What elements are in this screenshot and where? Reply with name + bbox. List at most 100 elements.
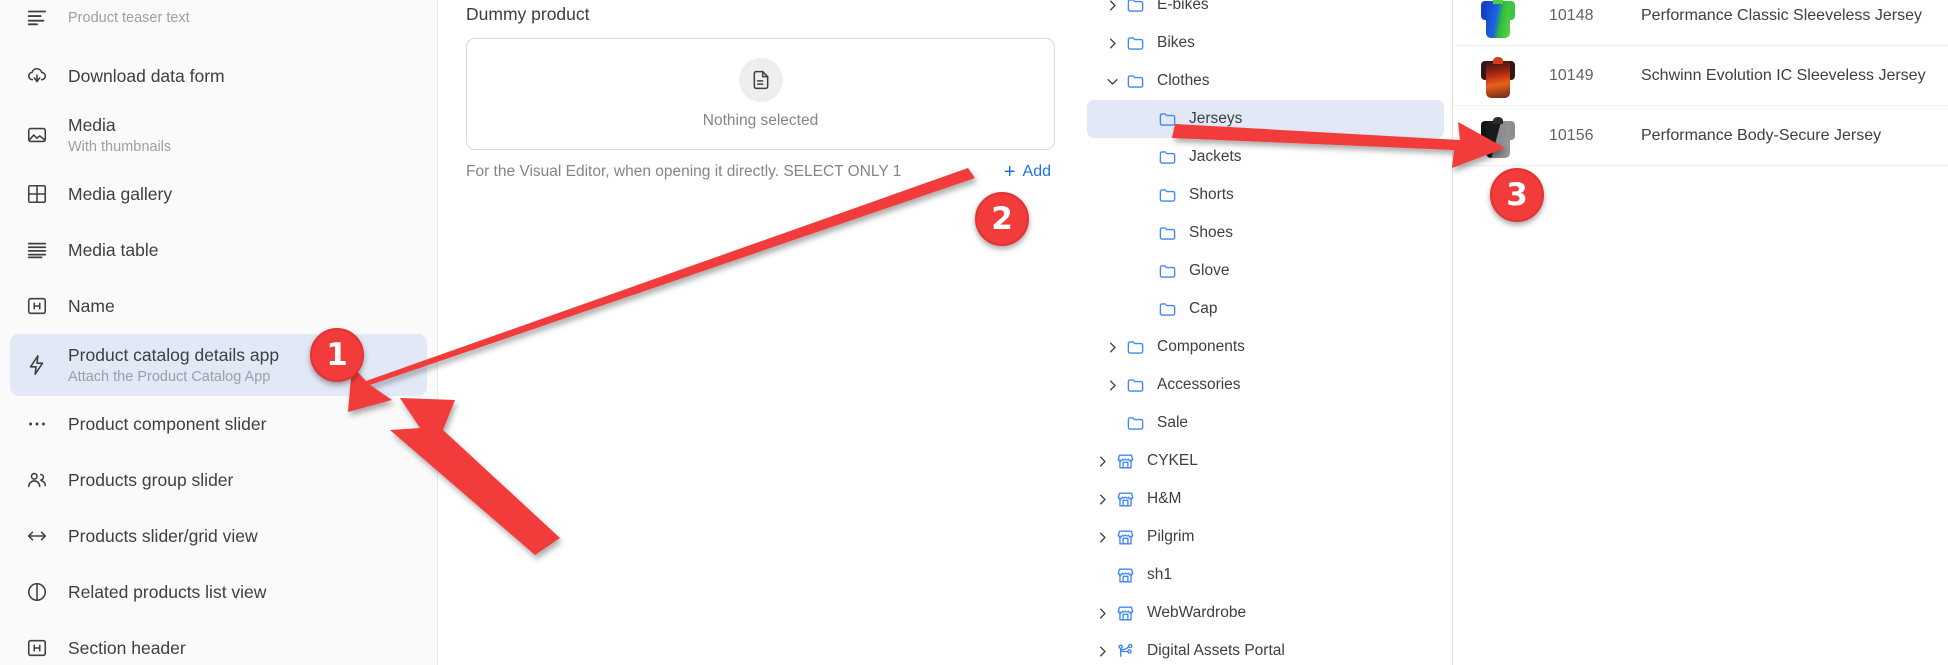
product-id: 10149 — [1549, 66, 1594, 84]
tree-item-label: Sale — [1157, 414, 1189, 431]
sidebar-item-section-header[interactable]: Section header — [10, 620, 427, 665]
sidebar-item-texts: Name — [68, 295, 115, 317]
sidebar-item-label: Products slider/grid view — [68, 526, 258, 546]
sidebar-item-media-table[interactable]: Media table — [10, 222, 427, 278]
tree-item-label: Glove — [1189, 262, 1230, 279]
tree-item-e-bikes[interactable]: E-bikes — [1087, 0, 1444, 24]
folder-icon — [1123, 338, 1147, 357]
product-id: 10156 — [1549, 126, 1594, 144]
sidebar-item-texts: Section header — [68, 637, 186, 659]
sidebar-item-product-teaser-text[interactable]: Product teaser text — [10, 0, 427, 48]
sidebar-item-product-catalog-details-app[interactable]: Product catalog details app Attach the Pr… — [10, 334, 427, 396]
chevron-right-icon[interactable] — [1091, 530, 1113, 545]
chevron-right-icon[interactable] — [1101, 36, 1123, 51]
tree-item-label: Jerseys — [1189, 110, 1243, 127]
product-dropzone[interactable]: Nothing selected — [466, 38, 1055, 150]
folder-icon — [1123, 34, 1147, 53]
category-tree-panel: E-bikes Bikes Clothes Jerseys Jackets Shorts S… — [1083, 0, 1453, 665]
category-tree-list: E-bikes Bikes Clothes Jerseys Jackets Shorts S… — [1083, 0, 1452, 665]
dropzone-empty-text: Nothing selected — [702, 112, 819, 129]
sidebar-item-sublabel: Product teaser text — [68, 9, 190, 26]
sidebar-item-texts: Products group slider — [68, 469, 233, 491]
tree-item-jackets[interactable]: Jackets — [1087, 138, 1444, 176]
product-thumbnail — [1481, 54, 1515, 98]
sidebar-item-texts: Media gallery — [68, 183, 172, 205]
folder-icon — [1123, 72, 1147, 91]
tree-item-components[interactable]: Components — [1087, 328, 1444, 366]
tree-item-h-m[interactable]: H&M — [1087, 480, 1444, 518]
product-row[interactable]: 10156 Performance Body-Secure Jersey — [1453, 106, 1948, 166]
sidebar-item-media-gallery[interactable]: Media gallery — [10, 166, 427, 222]
tree-item-label: Bikes — [1157, 34, 1195, 51]
folder-icon — [1123, 414, 1147, 433]
chevron-right-icon[interactable] — [1101, 0, 1123, 13]
sidebar-item-media[interactable]: Media With thumbnails — [10, 104, 427, 166]
folder-icon — [1155, 224, 1179, 243]
sidebar-item-product-component-slider[interactable]: Product component slider — [10, 396, 427, 452]
sidebar-item-name[interactable]: Name — [10, 278, 427, 334]
tree-item-label: Jackets — [1189, 148, 1242, 165]
chevron-right-icon[interactable] — [1091, 606, 1113, 621]
sidebar-item-products-group-slider[interactable]: Products group slider — [10, 452, 427, 508]
product-name: Performance Body-Secure Jersey — [1641, 126, 1882, 144]
tree-item-glove[interactable]: Glove — [1087, 252, 1444, 290]
tree-item-accessories[interactable]: Accessories — [1087, 366, 1444, 404]
sidebar-item-label: Download data form — [68, 66, 225, 86]
sidebar-item-texts: Product component slider — [68, 413, 266, 435]
tree-item-label: Cap — [1189, 300, 1218, 317]
chevron-right-icon[interactable] — [1091, 644, 1113, 659]
tree-item-sale[interactable]: Sale — [1087, 404, 1444, 442]
tree-item-pilgrim[interactable]: Pilgrim — [1087, 518, 1444, 556]
plus-icon: + — [1003, 161, 1016, 183]
sidebar-item-texts: Related products list view — [68, 581, 266, 603]
tree-item-bikes[interactable]: Bikes — [1087, 24, 1444, 62]
tree-item-shorts[interactable]: Shorts — [1087, 176, 1444, 214]
arrows-horizontal-icon — [24, 523, 50, 549]
helper-row: For the Visual Editor, when opening it d… — [466, 161, 1055, 183]
tree-item-label: Components — [1157, 338, 1245, 355]
product-row[interactable]: 10149 Schwinn Evolution IC Sleeveless Jer… — [1453, 46, 1948, 106]
sidebar-item-label: Product component slider — [68, 414, 267, 434]
chevron-right-icon[interactable] — [1101, 340, 1123, 355]
add-button[interactable]: + Add — [1000, 161, 1055, 183]
chevron-right-icon[interactable] — [1091, 454, 1113, 469]
chevron-right-icon[interactable] — [1101, 378, 1123, 393]
folder-icon — [1123, 0, 1147, 15]
table-lines-icon — [24, 237, 50, 263]
tree-item-clothes[interactable]: Clothes — [1087, 62, 1444, 100]
add-button-label: Add — [1022, 163, 1051, 180]
sidebar-item-label: Products group slider — [68, 470, 234, 490]
sidebar-nav-list: Product teaser text Download data form Med… — [0, 0, 437, 665]
tree-item-sh1[interactable]: sh1 — [1087, 556, 1444, 594]
chevron-down-icon[interactable] — [1101, 74, 1123, 89]
sidebar-item-products-slider-grid-view[interactable]: Products slider/grid view — [10, 508, 427, 564]
tree-item-cykel[interactable]: CYKEL — [1087, 442, 1444, 480]
sidebar-item-label: Name — [68, 296, 115, 316]
tree-item-cap[interactable]: Cap — [1087, 290, 1444, 328]
folder-icon — [1155, 300, 1179, 319]
group-icon — [24, 467, 50, 493]
sidebar-item-related-products-list-view[interactable]: Related products list view — [10, 564, 427, 620]
chevron-right-icon[interactable] — [1091, 492, 1113, 507]
folder-icon — [1123, 376, 1147, 395]
store-icon — [1113, 452, 1137, 471]
sidebar-item-label: Related products list view — [68, 582, 267, 602]
tree-item-webwardrobe[interactable]: WebWardrobe — [1087, 594, 1444, 632]
sidebar-item-texts: Product teaser text — [68, 7, 190, 28]
product-row[interactable]: 10148 Performance Classic Sleeveless Jers… — [1453, 0, 1948, 46]
center-form-panel: Dummy product Nothing selected For the V… — [438, 0, 1083, 665]
tree-item-jerseys[interactable]: Jerseys — [1087, 100, 1444, 138]
tree-item-shoes[interactable]: Shoes — [1087, 214, 1444, 252]
product-id: 10148 — [1549, 7, 1594, 24]
tree-item-digital-assets-portal[interactable]: Digital Assets Portal — [1087, 632, 1444, 665]
sidebar-item-download-data-form[interactable]: Download data form — [10, 48, 427, 104]
grid-icon — [24, 181, 50, 207]
sidebar-item-label: Media gallery — [68, 184, 173, 204]
tree-item-label: WebWardrobe — [1147, 604, 1247, 621]
folder-icon — [1155, 186, 1179, 205]
product-thumbnail — [1481, 0, 1515, 38]
product-thumbnail — [1481, 114, 1515, 158]
sidebar-item-label: Media — [68, 114, 116, 135]
field-label-dummy-product: Dummy product — [466, 4, 590, 24]
tree-item-label: E-bikes — [1157, 0, 1209, 13]
